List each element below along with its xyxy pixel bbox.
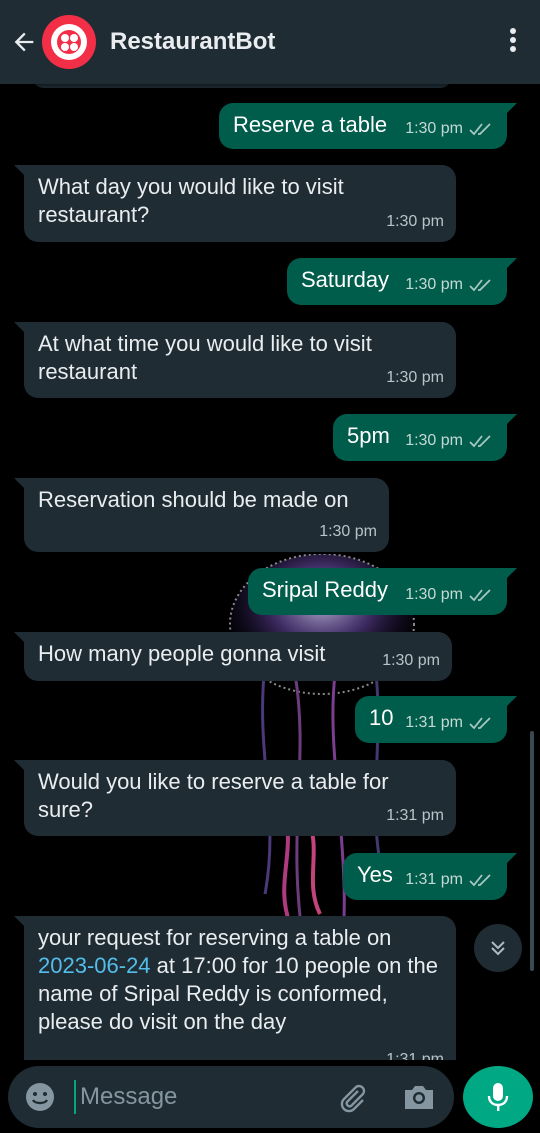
- message-bubble-incoming[interactable]: How many people gonna visit 1:30 pm: [14, 632, 452, 681]
- read-ticks-icon: [469, 279, 491, 292]
- message-time: 1:30 pm: [382, 652, 440, 669]
- message-text: your request for reserving a table on: [38, 925, 392, 950]
- scroll-to-bottom-button[interactable]: [474, 924, 522, 972]
- read-ticks-icon: [469, 874, 491, 887]
- message-composer: [8, 1066, 454, 1128]
- message-time: 1:30 pm: [319, 523, 377, 540]
- avatar[interactable]: [42, 15, 96, 69]
- microphone-icon: [487, 1083, 509, 1111]
- message-time: 1:31 pm: [386, 807, 444, 824]
- message-text: Reserve a table: [233, 112, 388, 137]
- message-time: 1:30 pm: [405, 120, 463, 137]
- message-text: How many people gonna visit: [38, 641, 326, 666]
- message-bubble-outgoing[interactable]: Saturday 1:30 pm: [287, 258, 517, 305]
- emoji-icon[interactable]: [24, 1081, 56, 1113]
- read-ticks-icon: [469, 717, 491, 730]
- read-ticks-icon: [469, 589, 491, 602]
- message-text: Yes: [357, 862, 393, 887]
- message-time: 1:30 pm: [386, 369, 444, 386]
- voice-message-button[interactable]: [463, 1066, 533, 1128]
- message-time: 1:31 pm: [405, 871, 463, 888]
- back-button[interactable]: [8, 26, 40, 58]
- paperclip-icon[interactable]: [336, 1082, 368, 1114]
- read-ticks-icon: [469, 123, 491, 136]
- message-time: 1:31 pm: [405, 714, 463, 731]
- message-text: Would you like to reserve a table for su…: [38, 769, 389, 822]
- message-text: At what time you would like to visit res…: [38, 331, 372, 384]
- message-bubble-incoming[interactable]: your request for reserving a table on 20…: [14, 916, 456, 1060]
- message-bubble-partial: [32, 84, 452, 88]
- message-bubble-outgoing[interactable]: Yes 1:31 pm: [343, 853, 517, 900]
- message-list[interactable]: Reserve a table 1:30 pm What day you wou…: [0, 84, 540, 1060]
- message-text: 10: [369, 705, 394, 730]
- message-bubble-incoming[interactable]: What day you would like to visit restaur…: [14, 165, 456, 242]
- message-bubble-outgoing[interactable]: Reserve a table 1:30 pm: [219, 103, 517, 149]
- chat-title[interactable]: RestaurantBot: [110, 28, 275, 56]
- message-time: 1:31 pm: [386, 1051, 444, 1060]
- chat-header: RestaurantBot: [0, 0, 540, 84]
- message-bubble-incoming[interactable]: At what time you would like to visit res…: [14, 322, 456, 398]
- message-text: Saturday: [301, 267, 390, 292]
- arrow-left-icon: [14, 32, 34, 52]
- camera-icon[interactable]: [402, 1082, 436, 1112]
- message-bubble-outgoing[interactable]: 5pm 1:30 pm: [333, 414, 517, 461]
- message-bubble-outgoing[interactable]: Sripal Reddy 1:30 pm: [248, 568, 517, 615]
- message-text: What day you would like to visit restaur…: [38, 174, 344, 227]
- read-ticks-icon: [469, 435, 491, 448]
- message-time: 1:30 pm: [405, 276, 463, 293]
- message-input[interactable]: [78, 1082, 322, 1112]
- more-vertical-icon: [510, 28, 516, 34]
- more-options-button[interactable]: [508, 28, 518, 56]
- message-bubble-incoming[interactable]: Would you like to reserve a table for su…: [14, 760, 456, 836]
- message-bubble-incoming[interactable]: Reservation should be made on 1:30 pm: [14, 478, 389, 552]
- message-text: Reservation should be made on: [38, 487, 349, 512]
- message-time: 1:30 pm: [405, 432, 463, 449]
- scrollbar[interactable]: [530, 731, 534, 971]
- message-text: 5pm: [347, 423, 390, 448]
- double-chevron-down-icon: [491, 941, 505, 956]
- message-bubble-outgoing[interactable]: 10 1:31 pm: [355, 696, 517, 743]
- message-time: 1:30 pm: [405, 586, 463, 603]
- message-text: Sripal Reddy: [262, 577, 388, 602]
- text-cursor: [74, 1080, 76, 1114]
- message-time: 1:30 pm: [386, 213, 444, 230]
- date-link[interactable]: 2023-06-24: [38, 953, 151, 978]
